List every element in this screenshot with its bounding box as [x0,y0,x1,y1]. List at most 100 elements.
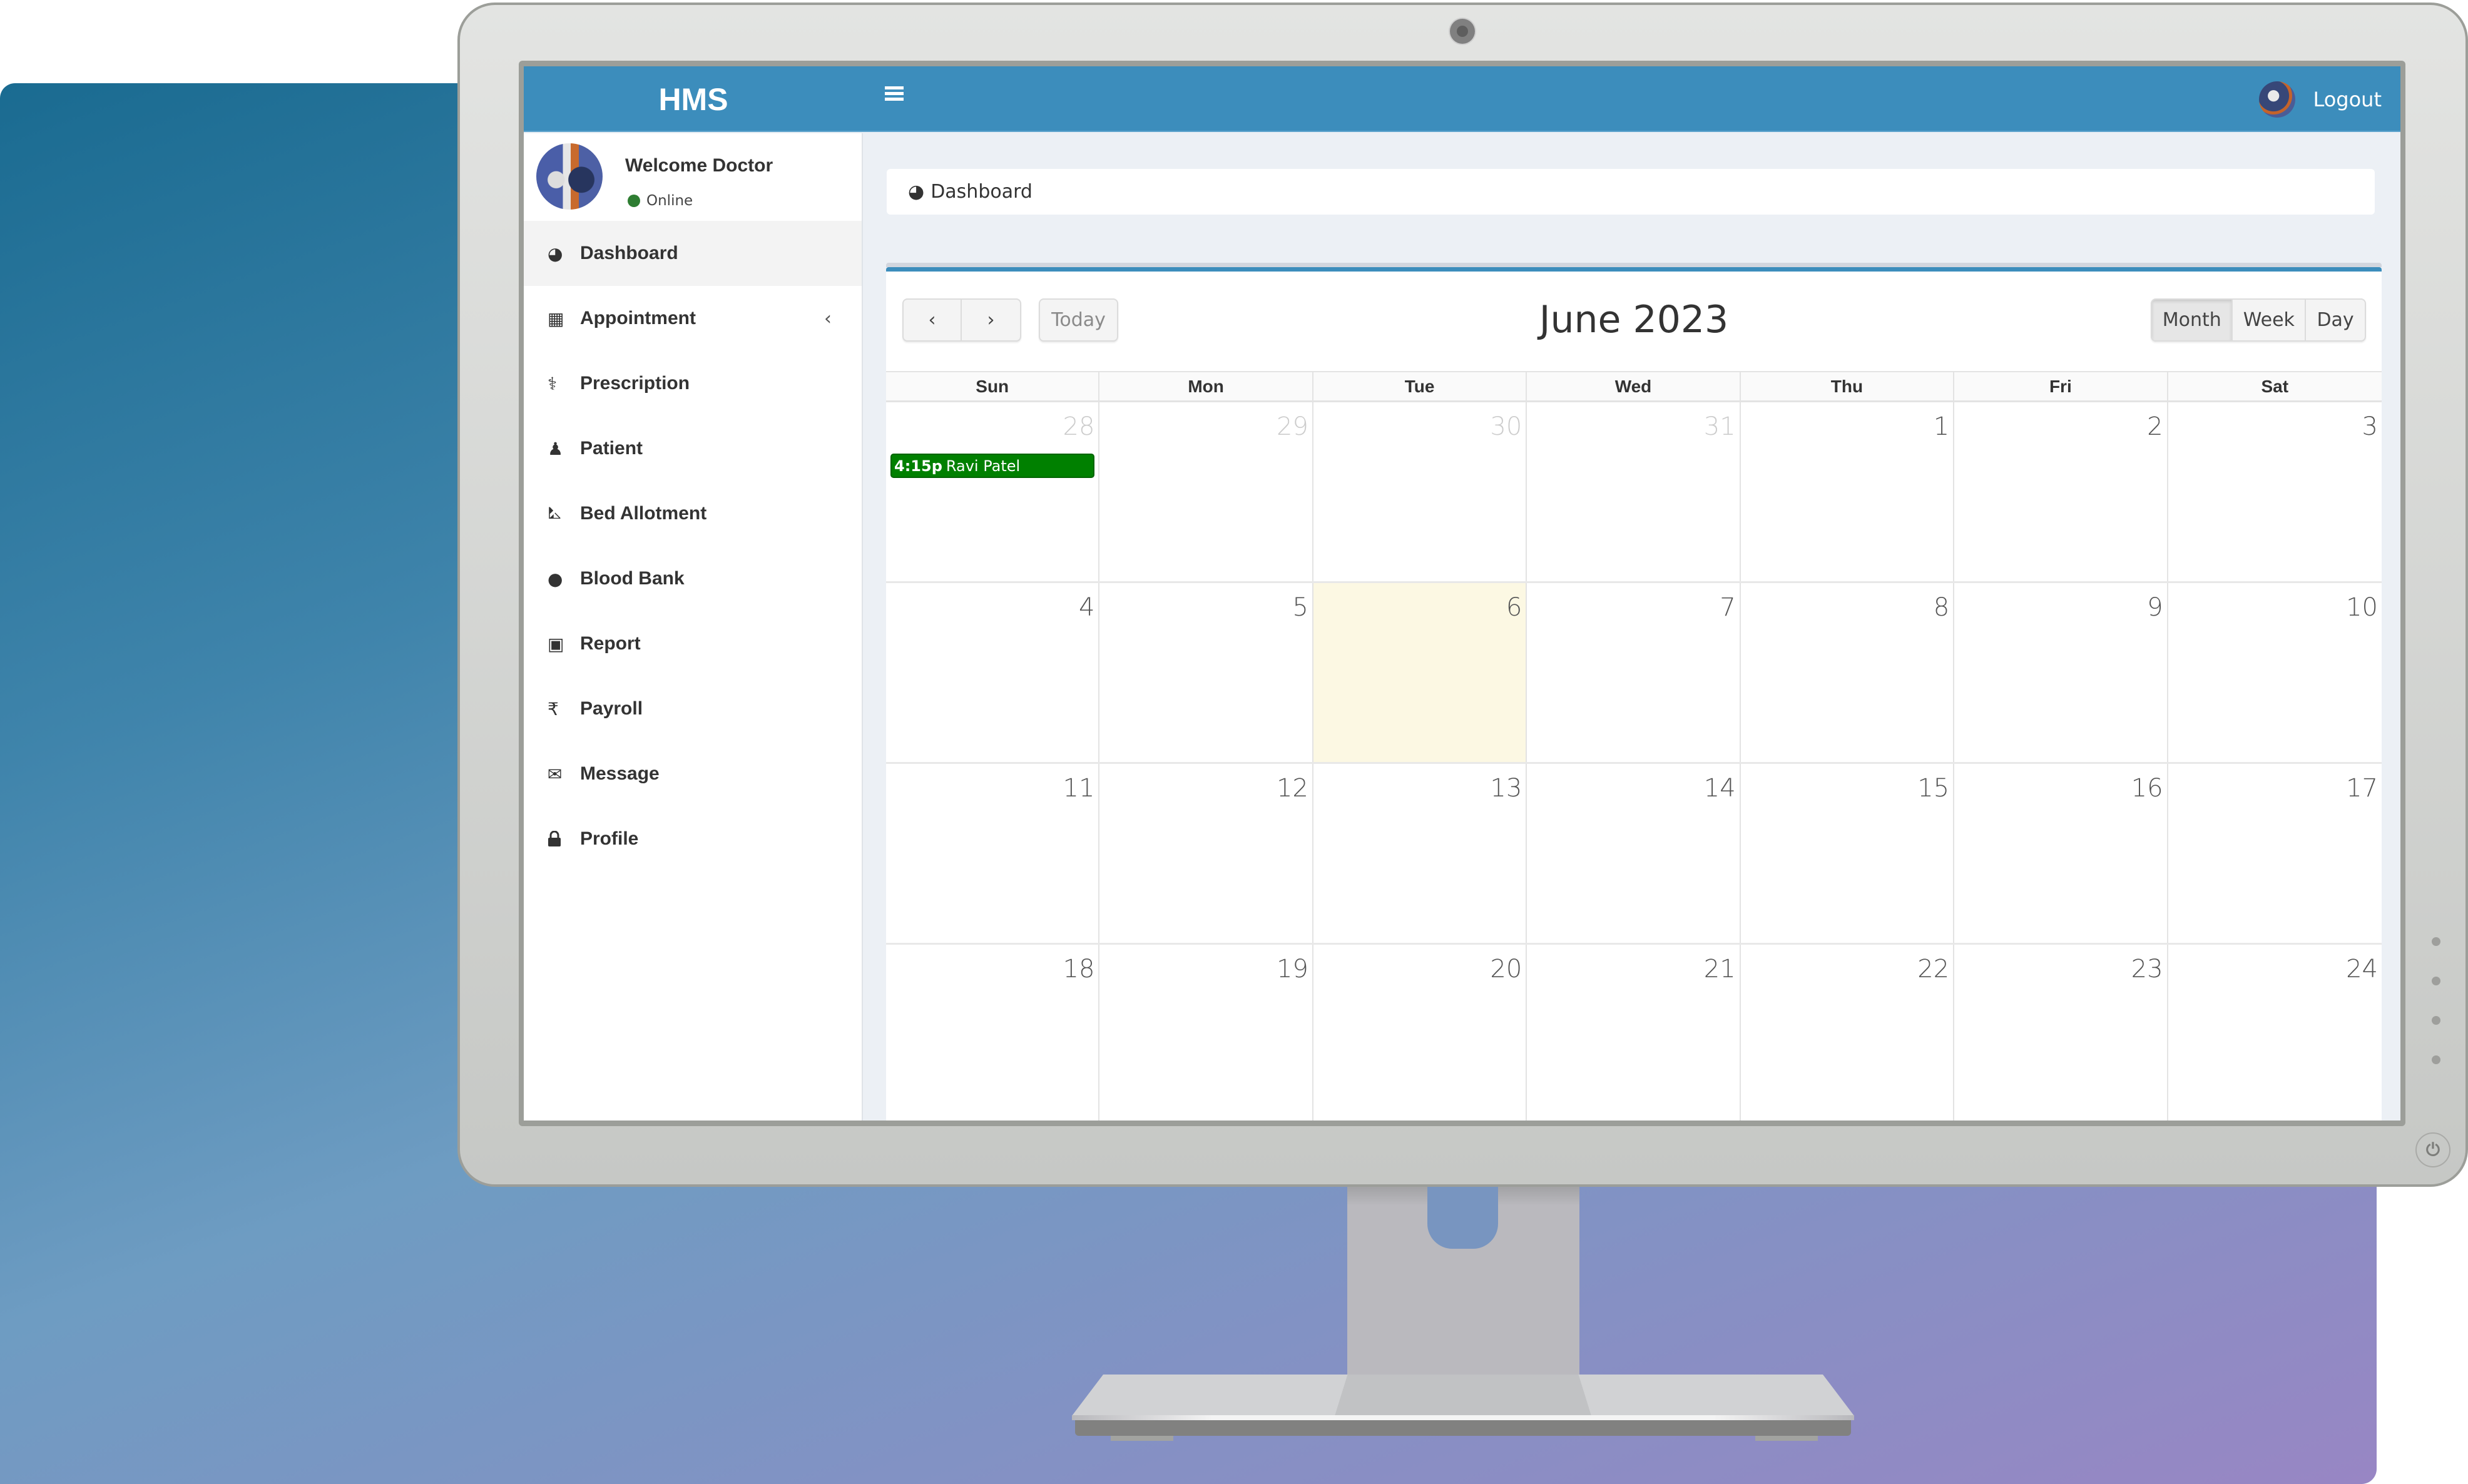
sidebar-item-report[interactable]: ▣ Report [524,611,862,676]
day-cell[interactable]: 23 [1954,945,2168,1121]
day-cell[interactable]: 4 [886,583,1100,762]
day-number[interactable]: 24 [2346,955,2378,983]
day-cell[interactable]: 19 [1099,945,1313,1121]
sidebar-item-blood-bank[interactable]: ● Blood Bank [524,546,862,611]
app-logo[interactable]: HMS [524,66,863,132]
event-time: 4:15p [894,457,942,475]
calendar-event[interactable]: 4:15p Ravi Patel [890,454,1095,478]
hospital-icon: ▣ [548,633,564,654]
day-number[interactable]: 14 [1704,774,1736,803]
day-view-button[interactable]: Day [2306,300,2365,340]
day-number[interactable]: 1 [1934,412,1949,441]
hamburger-menu-icon[interactable] [885,86,904,101]
day-cell[interactable]: 9 [1954,583,2168,762]
sidebar-item-label: Blood Bank [580,568,685,589]
day-number[interactable]: 7 [1720,593,1735,622]
calendar-icon: ▦ [548,308,564,329]
day-cell[interactable]: 13 [1313,764,1527,943]
day-number[interactable]: 28 [1063,412,1095,441]
week-row: 28 4:15p Ravi Patel 29 30 31 1 2 3 [886,402,2382,583]
day-cell[interactable]: 28 4:15p Ravi Patel [886,402,1100,581]
logout-link[interactable]: Logout [2313,88,2382,111]
day-number[interactable]: 9 [2147,593,2163,622]
bed-icon: ⛡ [548,502,561,523]
day-cell[interactable]: 14 [1527,764,1741,943]
week-view-button[interactable]: Week [2233,300,2307,340]
day-number[interactable]: 23 [2131,955,2163,983]
day-cell[interactable]: 15 [1741,764,1955,943]
week-row: 18 19 20 21 22 23 24 [886,945,2382,1121]
day-number[interactable]: 5 [1292,593,1308,622]
day-number[interactable]: 22 [1917,955,1949,983]
month-view-button[interactable]: Month [2152,300,2233,340]
day-number[interactable]: 11 [1063,774,1095,803]
day-cell[interactable]: 3 [2168,402,2382,581]
event-title: Ravi Patel [946,457,1021,475]
day-number[interactable]: 12 [1277,774,1308,803]
day-cell[interactable]: 2 [1954,402,2168,581]
day-cell-today[interactable]: 6 [1313,583,1527,762]
breadcrumb-label[interactable]: Dashboard [931,181,1033,203]
sidebar-item-message[interactable]: ✉ Message [524,741,862,806]
day-number[interactable]: 4 [1079,593,1094,622]
day-cell[interactable]: 5 [1099,583,1313,762]
sidebar-item-dashboard[interactable]: ◕ Dashboard [524,221,862,286]
day-cell[interactable]: 10 [2168,583,2382,762]
day-cell[interactable]: 29 [1099,402,1313,581]
sidebar-item-label: Appointment [580,308,696,328]
day-cell[interactable]: 8 [1741,583,1955,762]
day-cell[interactable]: 30 [1313,402,1527,581]
sidebar-item-bed-allotment[interactable]: ⛡ Bed Allotment [524,481,862,546]
day-cell[interactable]: 20 [1313,945,1527,1121]
sidebar-item-appointment[interactable]: ▦ Appointment ‹ [524,286,862,351]
week-row: 11 12 13 14 15 16 17 [886,764,2382,945]
envelope-icon: ✉ [548,763,563,785]
day-cell[interactable]: 31 [1527,402,1741,581]
dashboard-icon: ◕ [548,243,563,264]
day-number[interactable]: 8 [1934,593,1949,622]
view-switcher: Month Week Day [2151,298,2366,342]
day-number[interactable]: 15 [1917,774,1949,803]
sidebar-item-label: Patient [580,438,643,459]
day-cell[interactable]: 22 [1741,945,1955,1121]
day-cell[interactable]: 16 [1954,764,2168,943]
chevron-left-icon[interactable]: ‹ [824,308,832,330]
day-number[interactable]: 18 [1063,955,1095,983]
day-number[interactable]: 3 [2362,412,2378,441]
sidebar: Welcome Doctor Online ◕ Dashboard ▦ Appo… [524,133,863,1121]
day-number[interactable]: 19 [1277,955,1308,983]
day-cell[interactable]: 17 [2168,764,2382,943]
day-number[interactable]: 21 [1704,955,1736,983]
day-number[interactable]: 6 [1506,593,1522,622]
day-cell[interactable]: 7 [1527,583,1741,762]
day-cell[interactable]: 11 [886,764,1100,943]
day-number[interactable]: 13 [1490,774,1522,803]
sidebar-item-payroll[interactable]: ₹ Payroll [524,676,862,741]
day-number[interactable]: 29 [1277,412,1308,441]
sidebar-item-prescription[interactable]: ⚕ Prescription [524,351,862,416]
bezel-dot [2432,937,2440,946]
weekday-label: Wed [1527,372,1741,400]
day-cell[interactable]: 24 [2168,945,2382,1121]
bezel-dot [2432,977,2440,985]
top-navbar: HMS Logout [524,66,2400,132]
day-cell[interactable]: 1 [1741,402,1955,581]
user-panel: Welcome Doctor Online [524,133,862,221]
day-number[interactable]: 16 [2131,774,2163,803]
sidebar-item-patient[interactable]: ♟ Patient [524,416,862,481]
power-button-icon[interactable]: ⏻ [2415,1132,2450,1167]
weekday-label: Thu [1741,372,1955,400]
header-avatar[interactable] [2259,81,2296,118]
day-number[interactable]: 17 [2346,774,2378,803]
day-number[interactable]: 30 [1490,412,1522,441]
day-number[interactable]: 2 [2147,412,2163,441]
day-cell[interactable]: 21 [1527,945,1741,1121]
day-cell[interactable]: 12 [1099,764,1313,943]
weekday-label: Sat [2261,376,2289,396]
weekday-label: Mon [1099,372,1313,400]
day-cell[interactable]: 18 [886,945,1100,1121]
day-number[interactable]: 31 [1704,412,1736,441]
sidebar-item-profile[interactable]: Profile [524,806,862,872]
day-number[interactable]: 10 [2346,593,2378,622]
day-number[interactable]: 20 [1490,955,1522,983]
